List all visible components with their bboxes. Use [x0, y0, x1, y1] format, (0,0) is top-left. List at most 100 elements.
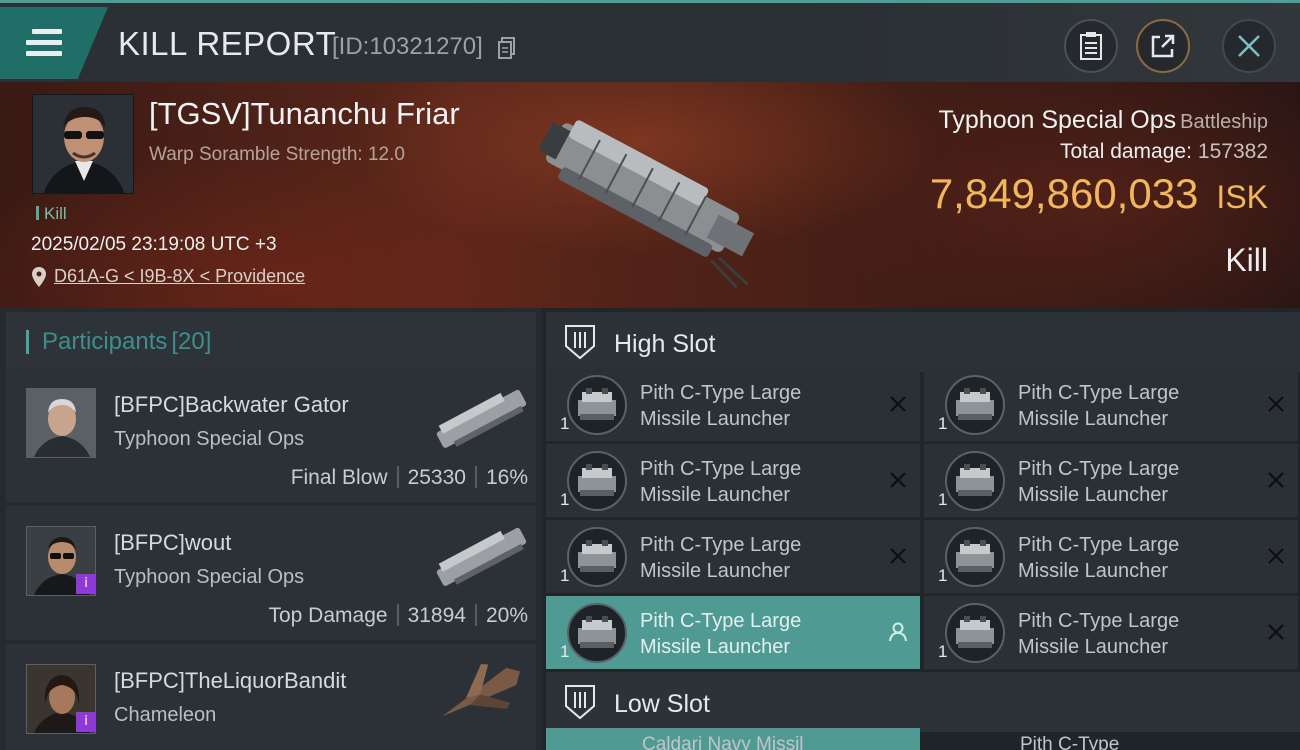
close-button[interactable] — [1222, 19, 1276, 73]
high-slot-module[interactable]: 1 Pith C-Type Large Missile Launcher — [546, 444, 920, 517]
participant-portrait[interactable] — [26, 388, 96, 458]
module-quantity: 1 — [938, 414, 948, 433]
stat-damage: 25330 — [407, 466, 466, 489]
module-name-line1: Pith C-Type Large — [640, 458, 802, 480]
module-name-line2: Missile Launcher — [1018, 484, 1169, 506]
module-name: Pith C-Type Large Missile Launcher — [1018, 532, 1238, 584]
low-slot-icon — [565, 685, 595, 720]
stat-percent: 20% — [485, 604, 528, 627]
dropped-icon — [889, 622, 907, 642]
module-quantity: 1 — [560, 642, 570, 661]
participant-ship-image — [442, 663, 520, 717]
module-quantity: 1 — [560, 414, 570, 433]
module-name-line1: Pith C-Type Large — [1018, 458, 1180, 480]
module-name-line2: Missile Launcher — [640, 636, 791, 658]
ship-name[interactable]: Typhoon Special Ops — [939, 106, 1177, 134]
module-name: Pith C-Type Large Missile Launcher — [1018, 380, 1238, 432]
victim-portrait[interactable] — [32, 94, 134, 194]
module-name: Pith C-Type Large Missile Launcher — [1018, 608, 1238, 660]
copy-icon[interactable] — [498, 37, 516, 59]
module-name-line1: Pith C-Type Large — [640, 610, 802, 632]
report-id: [ID:10321270] — [332, 33, 483, 60]
ship-class: Battleship — [1180, 111, 1268, 133]
participant-ship-image — [436, 389, 527, 448]
share-button[interactable] — [1136, 19, 1190, 73]
module-name: Pith C-Type Large Missile Launcher — [640, 532, 860, 584]
participant-name[interactable]: [BFPC]TheLiquorBandit — [114, 668, 346, 694]
high-slot-module[interactable]: 1 Pith C-Type Large Missile Launcher — [924, 444, 1298, 517]
low-slot-module[interactable]: Pith C-Type — [924, 736, 1298, 750]
low-slot-header: Low Slot — [546, 672, 1300, 732]
stat-percent: 16% — [485, 466, 528, 489]
close-icon — [1238, 35, 1260, 57]
module-name-line2: Missile Launcher — [1018, 408, 1169, 430]
module-name-line2: Missile Launcher — [640, 408, 791, 430]
warp-scramble-strength: Warp Soramble Strength: 12.0 — [149, 144, 405, 165]
module-name-line2: Missile Launcher — [640, 560, 791, 582]
total-damage-value: 157382 — [1197, 140, 1268, 163]
participant-ship: Chameleon — [114, 704, 217, 726]
participant-name[interactable]: [BFPC]Backwater Gator — [114, 392, 349, 418]
location-pin-icon — [32, 266, 46, 287]
total-damage: Total damage: 157382 — [1060, 140, 1268, 164]
module-quantity: 1 — [938, 642, 948, 661]
high-slot-icon — [565, 325, 595, 360]
menu-button[interactable] — [0, 7, 108, 79]
high-slot-module[interactable]: 1 Pith C-Type Large Missile Launcher — [924, 368, 1298, 441]
isk-value-row: 7,849,860,033 ISK — [930, 170, 1268, 218]
kill-location[interactable]: D61A-G < I9B-8X < Providence — [32, 266, 305, 287]
stat-label: Final Blow — [290, 466, 388, 489]
total-damage-label: Total damage: — [1060, 140, 1192, 163]
missile-launcher-icon — [945, 603, 1005, 663]
module-name: Pith C-Type Large Missile Launcher — [640, 380, 860, 432]
header-bar: KILL REPORT [ID:10321270] — [0, 0, 1300, 82]
module-name-line2: Missile Launcher — [1018, 636, 1169, 658]
destroyed-icon — [890, 472, 906, 488]
missile-launcher-icon — [567, 527, 627, 587]
kill-tag: Kill — [36, 204, 67, 224]
module-name-line1: Pith C-Type Large — [1018, 534, 1180, 556]
module-quantity: 1 — [938, 566, 948, 585]
missile-launcher-icon — [567, 451, 627, 511]
module-quantity: 1 — [560, 490, 570, 509]
stat-damage: 31894 — [407, 604, 466, 627]
participant-ship-image — [436, 527, 527, 586]
isk-unit: ISK — [1216, 179, 1268, 215]
high-slot-module[interactable]: 1 Pith C-Type Large Missile Launcher — [546, 368, 920, 441]
location-link[interactable]: D61A-G < I9B-8X < Providence — [54, 266, 305, 287]
victim-ship-type: Typhoon Special Ops Battleship — [939, 106, 1269, 135]
module-name-line1: Pith C-Type Large — [1018, 610, 1180, 632]
participant-ship: Typhoon Special Ops — [114, 428, 305, 450]
missile-launcher-icon — [567, 375, 627, 435]
module-name: Pith C-Type Large Missile Launcher — [1018, 456, 1238, 508]
victim-name[interactable]: [TGSV]Tunanchu Friar — [149, 96, 460, 132]
destroyed-icon — [890, 396, 906, 412]
participant-ship: Typhoon Special Ops — [114, 566, 305, 588]
clipboard-icon — [1080, 32, 1102, 60]
high-slot-module[interactable]: 1 Pith C-Type Large Missile Launcher — [924, 520, 1298, 593]
high-slot-module[interactable]: 1 Pith C-Type Large Missile Launcher — [924, 596, 1298, 669]
participant-row[interactable]: i [BFPC]TheLiquorBandit Chameleon — [6, 644, 536, 750]
low-slot-module[interactable]: Caldari Navy Missil — [546, 728, 920, 750]
clipboard-button[interactable] — [1064, 19, 1118, 73]
destroyed-icon — [1268, 548, 1284, 564]
kill-datetime: 2025/02/05 23:19:08 UTC +3 — [31, 234, 277, 255]
destroyed-icon — [1268, 624, 1284, 640]
high-slot-module[interactable]: 1 Pith C-Type Large Missile Launcher — [546, 596, 920, 669]
participant-row[interactable]: [BFPC]Backwater Gator Typhoon Special Op… — [6, 368, 536, 502]
stat-label: Top Damage — [268, 604, 388, 627]
destroyed-icon — [1268, 472, 1284, 488]
victim-ship-image[interactable] — [520, 100, 780, 290]
result-label: Kill — [1225, 242, 1268, 278]
module-name: Caldari Navy Missil — [642, 734, 804, 750]
participant-row[interactable]: i [BFPC]wout Typhoon Special Ops Top Dam… — [6, 506, 536, 640]
missile-launcher-icon — [945, 527, 1005, 587]
missile-launcher-icon — [945, 451, 1005, 511]
module-name-line1: Pith C-Type Large — [1018, 382, 1180, 404]
participants-panel: Participants [20] [BFPC]Backwater Gator T… — [0, 308, 542, 750]
high-slot-header: High Slot — [546, 312, 1300, 372]
participant-name[interactable]: [BFPC]wout — [114, 530, 231, 556]
module-name-line1: Pith C-Type Large — [640, 382, 802, 404]
fitting-panel: High Slot 1 Pith C-Type Large Missile Laun… — [542, 308, 1300, 750]
high-slot-module[interactable]: 1 Pith C-Type Large Missile Launcher — [546, 520, 920, 593]
